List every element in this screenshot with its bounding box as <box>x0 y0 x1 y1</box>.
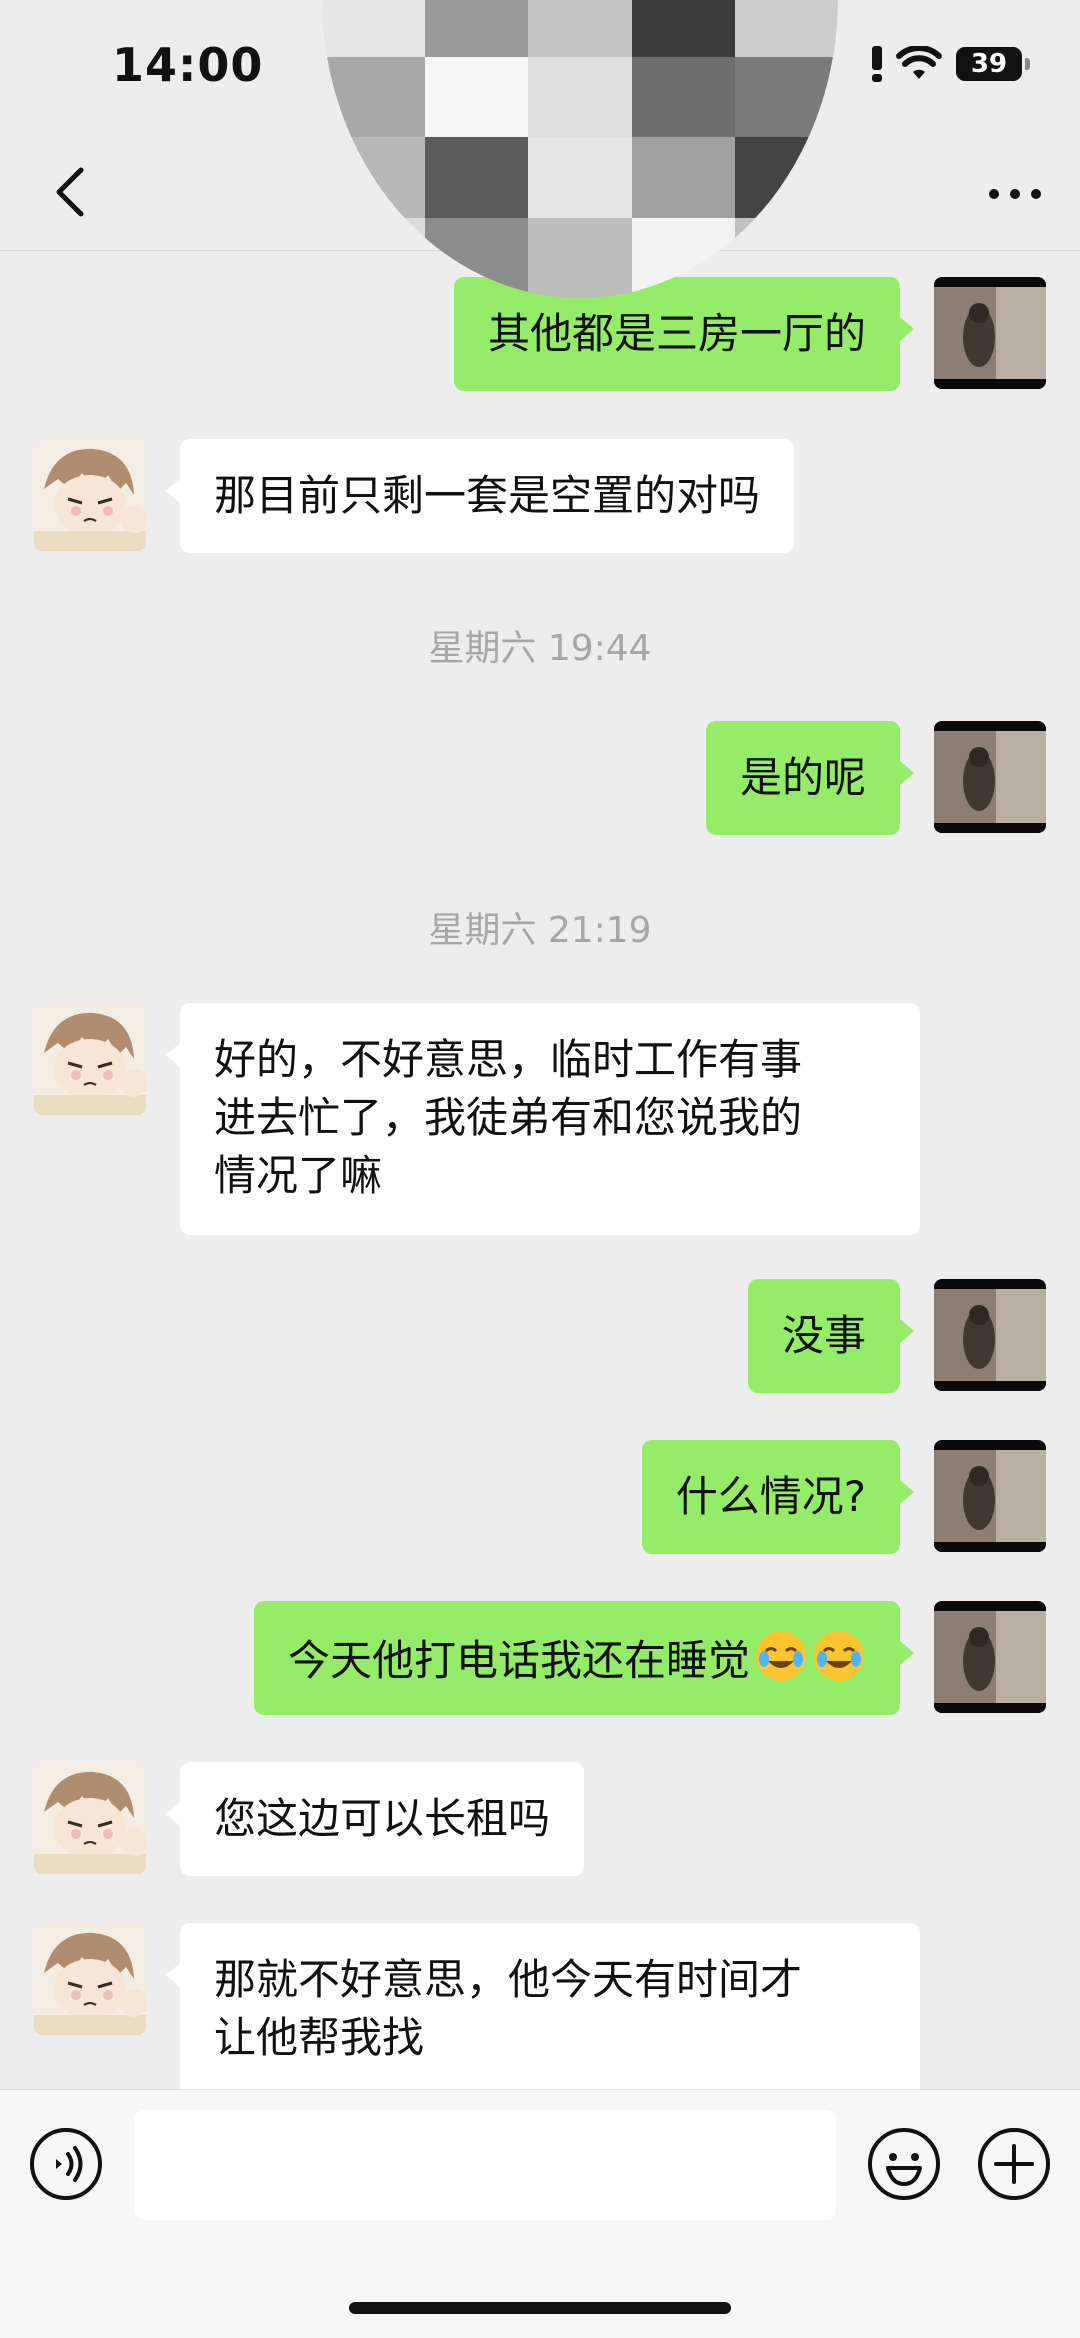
message-text: 今天他打电话我还在睡觉 <box>287 1636 750 1685</box>
message-row: 您这边可以长租吗 <box>0 1762 1080 1876</box>
more-button[interactable] <box>980 164 1050 224</box>
voice-icon <box>30 2128 102 2200</box>
chat-area: 其他都是三房一厅的 那目前只剩一套是空置的对吗 星期六 19:44 是的呢 星期… <box>0 251 1080 2089</box>
more-dots-icon <box>989 189 1041 199</box>
battery-icon: 39 <box>956 47 1030 81</box>
home-indicator[interactable] <box>349 2302 731 2314</box>
wifi-icon <box>896 46 942 79</box>
contact-avatar[interactable] <box>34 1762 146 1874</box>
sent-bubble[interactable]: 今天他打电话我还在睡觉 <box>253 1601 915 1715</box>
sent-bubble[interactable]: 什么情况? <box>641 1440 915 1554</box>
sent-bubble[interactable]: 是的呢 <box>705 721 915 835</box>
my-avatar[interactable] <box>934 1440 1046 1552</box>
message-text: 其他都是三房一厅的 <box>487 309 866 358</box>
voice-button[interactable] <box>28 2126 104 2202</box>
status-time: 14:00 <box>112 38 264 92</box>
signal-alert-icon <box>872 46 882 82</box>
contact-avatar[interactable] <box>34 439 146 551</box>
contact-avatar[interactable] <box>34 1003 146 1115</box>
message-line: 好的，不好意思，临时工作有事 <box>214 1035 803 1084</box>
message-line: 进去忙了，我徒弟有和您说我的 <box>214 1093 803 1142</box>
received-bubble[interactable]: 您这边可以长租吗 <box>165 1762 585 1876</box>
message-row: 那目前只剩一套是空置的对吗 <box>0 439 1080 553</box>
received-bubble[interactable]: 好的，不好意思，临时工作有事 进去忙了，我徒弟有和您说我的 情况了嘛 <box>166 1003 920 1235</box>
received-bubble[interactable]: 那目前只剩一套是空置的对吗 <box>165 439 795 553</box>
time-divider: 星期六 21:19 <box>428 910 652 951</box>
message-line: 那就不好意思，他今天有时间才 <box>214 1955 803 2004</box>
plus-icon <box>978 2128 1050 2200</box>
status-icons: 39 <box>872 46 1030 82</box>
more-functions-button[interactable] <box>976 2126 1052 2202</box>
my-avatar[interactable] <box>934 1279 1046 1391</box>
message-line: 让他帮我找 <box>214 2013 425 2062</box>
message-text: 什么情况? <box>675 1472 866 1521</box>
message-row: 今天他打电话我还在睡觉 <box>0 1601 1080 1715</box>
sent-bubble[interactable]: 没事 <box>747 1279 915 1393</box>
my-avatar[interactable] <box>934 1601 1046 1713</box>
message-row: 那就不好意思，他今天有时间才 让他帮我找 <box>0 1923 1080 2089</box>
message-text: 您这边可以长租吗 <box>214 1794 551 1843</box>
emoji-button[interactable] <box>866 2126 942 2202</box>
time-divider: 星期六 19:44 <box>428 628 652 669</box>
my-avatar[interactable] <box>934 721 1046 833</box>
crying-laughing-emoji <box>814 1631 864 1681</box>
crying-laughing-emoji <box>756 1631 806 1681</box>
message-line: 情况了嘛 <box>214 1151 383 1200</box>
received-bubble[interactable]: 那就不好意思，他今天有时间才 让他帮我找 <box>166 1923 920 2089</box>
message-text: 那目前只剩一套是空置的对吗 <box>214 471 761 520</box>
back-button[interactable] <box>40 162 100 222</box>
message-row: 好的，不好意思，临时工作有事 进去忙了，我徒弟有和您说我的 情况了嘛 <box>0 1003 1080 1235</box>
message-input[interactable] <box>134 2110 836 2220</box>
contact-avatar[interactable] <box>34 1923 146 2035</box>
message-row: 什么情况? <box>0 1440 1080 1554</box>
emoji-icon <box>868 2128 940 2200</box>
input-bar <box>0 2089 1080 2338</box>
chevron-left-icon <box>56 167 84 217</box>
my-avatar[interactable] <box>934 277 1046 389</box>
message-row: 没事 <box>0 1279 1080 1393</box>
message-row: 是的呢 <box>0 721 1080 835</box>
battery-level: 39 <box>970 49 1008 79</box>
message-text: 是的呢 <box>739 753 866 802</box>
sent-bubble[interactable]: 其他都是三房一厅的 <box>453 277 915 391</box>
message-text: 没事 <box>781 1311 866 1360</box>
